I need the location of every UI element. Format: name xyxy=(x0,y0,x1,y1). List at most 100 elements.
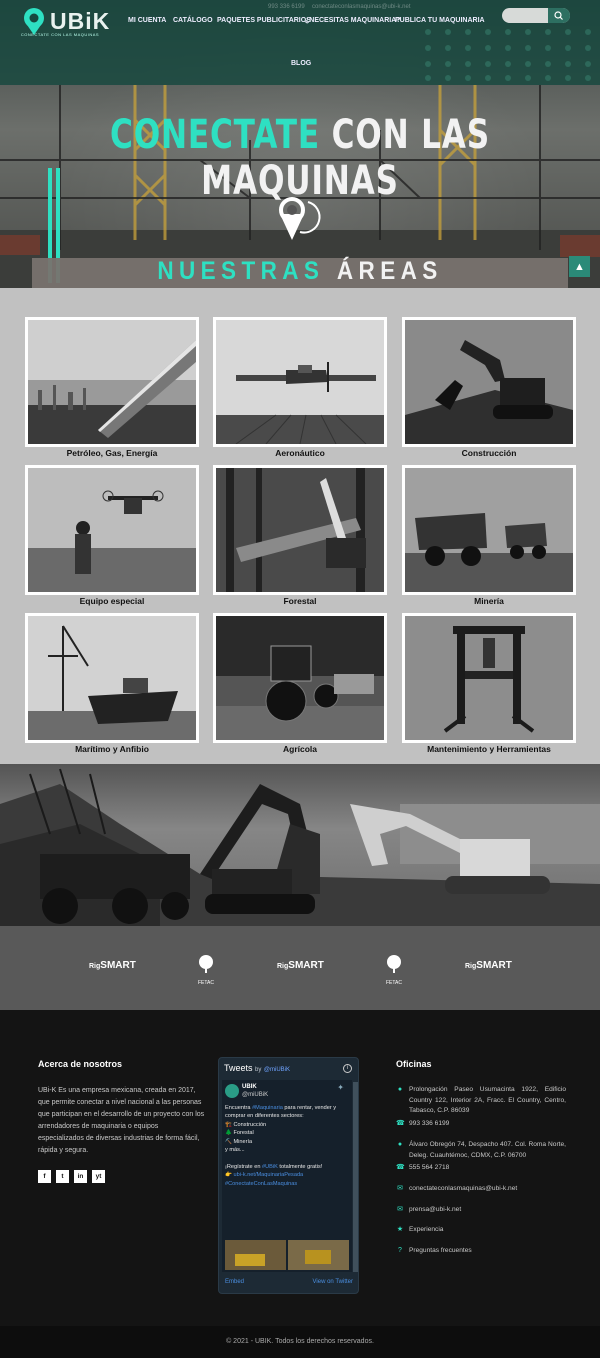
star-icon: ★ xyxy=(396,1226,404,1233)
tweet-author-handle: @miUBiK xyxy=(242,1092,269,1098)
page: UBiK CONECTATE CON LAS MAQUINAS 993 336 … xyxy=(0,0,600,1358)
logo-tagline: CONECTATE CON LAS MAQUINAS xyxy=(20,32,100,37)
top-navigation-bar: UBiK CONECTATE CON LAS MAQUINAS 993 336 … xyxy=(0,0,600,85)
scroll-top-button[interactable]: ▲ xyxy=(569,256,590,277)
area-card-construccion[interactable]: Construcción xyxy=(402,317,576,460)
area-image-petroleo xyxy=(25,317,199,447)
search-button[interactable] xyxy=(548,8,570,23)
area-image-aeronautico xyxy=(213,317,387,447)
area-card-forestal[interactable]: Forestal xyxy=(213,465,387,608)
office-address-cdmx: ● Álvaro Obregón 74, Despacho 407. Col. … xyxy=(397,1141,566,1159)
search-icon xyxy=(554,11,563,20)
tweet-media-image[interactable] xyxy=(225,1240,349,1270)
area-label-forestal: Forestal xyxy=(283,596,317,606)
avatar xyxy=(225,1084,239,1098)
area-label-mineria: Minería xyxy=(474,596,504,606)
nav-publica-tu-maquinaria[interactable]: PUBLICA TU MAQUINARIA xyxy=(395,17,485,24)
area-image-maritimo xyxy=(25,613,199,743)
tweet-text: Encuentra #Maquinaria para rentar, vende… xyxy=(225,1105,337,1187)
twitter-widget-footer: Embed View on Twitter xyxy=(225,1279,353,1285)
area-card-aeronautico[interactable]: Aeronáutico xyxy=(213,317,387,460)
area-image-forestal xyxy=(213,465,387,595)
tweet-hashtag-conectate[interactable]: #ConectateConLasMaquinas xyxy=(225,1181,297,1187)
area-label-construccion: Construcción xyxy=(461,448,517,458)
linkedin-icon[interactable]: in xyxy=(74,1170,87,1183)
chevron-up-icon: ▲ xyxy=(574,260,585,273)
areas-title: NUESTRAS ÁREAS xyxy=(30,257,570,286)
area-image-equipo-especial xyxy=(25,465,199,595)
facebook-icon[interactable]: f xyxy=(38,1170,51,1183)
area-label-maritimo: Marítimo y Anfibio xyxy=(75,744,149,754)
map-marker-icon: ● xyxy=(397,1086,403,1093)
map-marker-icon: ● xyxy=(397,1141,403,1148)
phone-icon: ☎ xyxy=(396,1164,405,1171)
info-icon[interactable]: i xyxy=(343,1064,352,1073)
area-label-aeronautico: Aeronáutico xyxy=(275,448,325,458)
nav-paquetes-publicitarios[interactable]: PAQUETES PUBLICITARIOS xyxy=(217,17,311,24)
hero-title-accent: CONECTATE xyxy=(110,112,320,158)
area-card-mantenimiento[interactable]: Mantenimiento y Herramientas xyxy=(402,613,576,756)
machinery-banner-image xyxy=(0,768,600,926)
area-card-petroleo[interactable]: Petróleo, Gas, Energía xyxy=(25,317,199,460)
area-label-agricola: Agrícola xyxy=(282,744,317,754)
header-email[interactable]: conectateconlasmaquinas@ubi-k.net xyxy=(312,4,410,10)
nav-necesitas-maquinaria[interactable]: ¿NECESITAS MAQUINARIA? xyxy=(305,17,401,24)
about-text: UBi-K Es una empresa mexicana, creada en… xyxy=(38,1087,205,1154)
twitter-scrollbar[interactable] xyxy=(353,1082,358,1272)
area-image-mineria xyxy=(402,465,576,595)
footer: Acerca de nosotros UBi-K Es una empresa … xyxy=(0,1010,600,1326)
tweet-hashtag[interactable]: #Maquinaria xyxy=(252,1105,283,1111)
tree-icon xyxy=(199,955,213,973)
areas-grid: Petróleo, Gas, Energía Aeronáutico Const… xyxy=(0,288,600,764)
partner-logo-rigsmart-3[interactable]: RigSMART xyxy=(465,960,512,971)
hero-title: CONECTATE CON LAS MAQUINAS xyxy=(66,112,534,204)
machinery-banner xyxy=(0,764,600,926)
search-input[interactable] xyxy=(502,8,570,23)
nav-catalogo[interactable]: CATÁLOGO xyxy=(173,17,213,24)
twitter-bird-icon: ✦ xyxy=(337,1083,344,1092)
office-address-tabasco: ● Prolongación Paseo Usumacinta 1922, Ed… xyxy=(397,1086,566,1114)
partner-logo-rigsmart-2[interactable]: RigSMART xyxy=(277,960,324,971)
question-icon: ? xyxy=(398,1247,402,1254)
phone-icon: ☎ xyxy=(396,1120,405,1127)
area-card-maritimo[interactable]: Marítimo y Anfibio xyxy=(25,613,199,756)
partner-logo-rigsmart-1[interactable]: RigSMART xyxy=(89,960,136,971)
tweet-link[interactable]: 👉 ubi-k.net/MaquinariaPesada xyxy=(225,1172,303,1178)
twitter-widget[interactable]: Tweets by @miUBiK i UBIK @miUBiK ✦ Encue… xyxy=(218,1057,359,1294)
fetac-label: FETAC xyxy=(197,980,215,986)
partners-strip: RigSMART FETAC RigSMART FETAC RigSMART xyxy=(0,926,600,1010)
twitter-icon[interactable]: t xyxy=(56,1170,69,1183)
tweet: UBIK @miUBiK ✦ Encuentra #Maquinaria par… xyxy=(222,1080,352,1272)
area-card-mineria[interactable]: Minería xyxy=(402,465,576,608)
twitter-widget-header: Tweets by @miUBiK xyxy=(224,1063,290,1073)
partner-logo-fetac-2[interactable]: FETAC xyxy=(381,954,407,986)
tree-icon xyxy=(387,955,401,973)
area-image-mantenimiento xyxy=(402,613,576,743)
nav-mi-cuenta[interactable]: MI CUENTA xyxy=(128,17,166,24)
hero-section: UBiK CONECTATE CON LAS MAQUINAS 993 336 … xyxy=(0,0,600,288)
area-label-petroleo: Petróleo, Gas, Energía xyxy=(66,448,158,458)
areas-title-rest: ÁREAS xyxy=(336,257,443,285)
envelope-icon: ✉ xyxy=(397,1206,403,1213)
area-card-equipo-especial[interactable]: Equipo especial xyxy=(25,465,199,608)
youtube-icon[interactable]: yt xyxy=(92,1170,105,1183)
tweet-hashtag-ubik[interactable]: #UBiK xyxy=(262,1164,278,1170)
area-card-agricola[interactable]: Agrícola xyxy=(213,613,387,756)
header-phone[interactable]: 993 336 6199 xyxy=(268,4,305,10)
area-label-equipo-especial: Equipo especial xyxy=(79,596,145,606)
area-image-construccion xyxy=(402,317,576,447)
offices-title: Oficinas xyxy=(396,1059,432,1069)
view-on-twitter-link[interactable]: View on Twitter xyxy=(313,1279,353,1285)
logo-text: UBiK xyxy=(50,8,111,34)
area-label-mantenimiento: Mantenimiento y Herramientas xyxy=(427,744,551,754)
areas-title-accent: NUESTRAS xyxy=(157,257,325,285)
nav-blog[interactable]: BLOG xyxy=(291,60,311,67)
copyright: © 2021 - UBIK. Todos los derechos reserv… xyxy=(0,1326,600,1358)
decorative-dot-pattern xyxy=(425,29,591,81)
envelope-icon: ✉ xyxy=(397,1185,403,1192)
about-title: Acerca de nosotros xyxy=(38,1059,123,1069)
area-image-agricola xyxy=(213,613,387,743)
embed-link[interactable]: Embed xyxy=(225,1279,244,1285)
partner-logo-fetac-1[interactable]: FETAC xyxy=(193,954,219,986)
tweet-author-name: UBIK xyxy=(242,1084,257,1090)
